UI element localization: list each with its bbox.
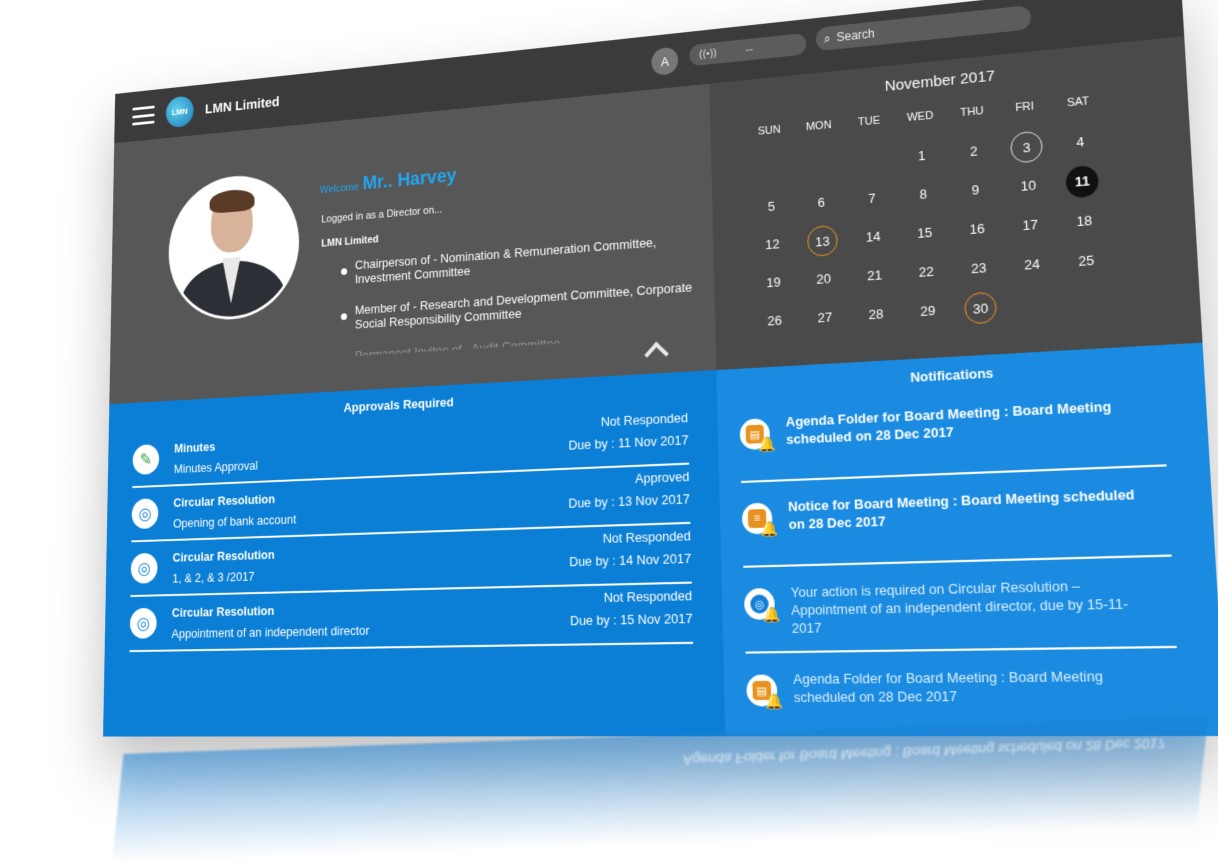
bell-icon: 🔔 xyxy=(766,692,784,710)
welcome-heading: Welcome Mr.. Harvey xyxy=(320,165,457,199)
approval-title: Circular Resolution xyxy=(173,547,275,564)
circular-resolution-icon: ◎ xyxy=(132,498,159,529)
calendar-day[interactable]: 2 xyxy=(957,135,990,168)
user-name: Mr.. Harvey xyxy=(363,165,457,194)
bell-icon: 🔔 xyxy=(763,606,781,624)
approval-row[interactable]: ◎ Circular Resolution Appointment of an … xyxy=(129,588,693,652)
role-item: Member of - Research and Development Com… xyxy=(341,278,710,332)
weekday-sun: SUN xyxy=(744,123,794,149)
welcome-label: Welcome xyxy=(320,181,359,196)
calendar-day-today[interactable]: 3 xyxy=(1010,130,1043,164)
approval-title: Circular Resolution xyxy=(173,492,275,510)
signal-text: -- xyxy=(746,43,753,55)
approval-subtitle: Appointment of an independent director xyxy=(171,623,369,641)
calendar-grid: SUN MON TUE WED THU FRI SAT 1 2 3 4 5 6 … xyxy=(744,94,1116,338)
calendar-day[interactable]: 29 xyxy=(912,295,945,328)
calendar-day[interactable]: 12 xyxy=(757,229,788,261)
calendar-day[interactable]: 19 xyxy=(758,267,789,299)
calendar-day[interactable]: 5 xyxy=(756,191,787,223)
search-input[interactable] xyxy=(834,11,1013,46)
calendar-day[interactable]: 4 xyxy=(1063,126,1097,160)
calendar-day[interactable]: 14 xyxy=(857,221,889,254)
calendar-day[interactable]: 24 xyxy=(1015,248,1049,282)
notification-text: Your action is required on Circular Reso… xyxy=(790,575,1159,637)
connection-status[interactable]: ((•)) -- xyxy=(689,33,806,67)
notification-item[interactable]: ≡ 🔔 Notice for Board Meeting : Board Meet… xyxy=(741,477,1171,567)
notification-item[interactable]: ▤ 🔔 Agenda Folder for Board Meeting : Boa… xyxy=(739,388,1166,483)
approval-status: Approved xyxy=(635,469,690,486)
approval-title: Minutes xyxy=(174,439,215,455)
hamburger-menu-icon[interactable] xyxy=(132,106,155,126)
minutes-doc-icon: ✎ xyxy=(132,444,159,475)
calendar-day[interactable]: 23 xyxy=(962,252,995,285)
calendar-day[interactable]: 16 xyxy=(961,213,994,246)
calendar-day[interactable]: 10 xyxy=(1012,169,1046,203)
logo-text: LMN xyxy=(172,107,188,118)
calendar-day-event[interactable]: 30 xyxy=(964,291,997,324)
approval-due-date: Due by : 13 Nov 2017 xyxy=(568,491,690,511)
calendar-day[interactable]: 8 xyxy=(907,178,939,211)
weekday-mon: MON xyxy=(794,118,845,144)
role-item: Chairperson of - Nomination & Remunerati… xyxy=(341,231,709,288)
weekday-wed: WED xyxy=(894,108,946,135)
approval-due-date: Due by : 11 Nov 2017 xyxy=(568,432,688,453)
profile-photo xyxy=(168,170,300,323)
approval-subtitle: Opening of bank account xyxy=(173,512,296,531)
calendar-day[interactable]: 6 xyxy=(806,187,837,219)
approval-due-date: Due by : 14 Nov 2017 xyxy=(569,551,691,570)
calendar-day[interactable]: 7 xyxy=(856,182,888,215)
weekday-tue: TUE xyxy=(844,113,896,140)
approvals-panel: Approvals Required ✎ Minutes Minutes App… xyxy=(103,370,725,736)
search-box[interactable]: ⌕ xyxy=(815,5,1031,51)
bell-icon: 🔔 xyxy=(761,520,779,538)
dashboard-screen: LMN LMN Limited A ((•)) -- ⌕ Welcome Mr..… xyxy=(103,0,1218,737)
calendar-day[interactable]: 22 xyxy=(910,256,942,289)
calendar-day[interactable]: 28 xyxy=(860,298,892,331)
screen-reflection: Agenda Folder for Board Meeting : Board … xyxy=(112,716,1208,864)
notifications-panel: Notifications ▤ 🔔 Agenda Folder for Board… xyxy=(716,343,1218,737)
approval-status: Not Responded xyxy=(601,410,689,429)
notification-text: Agenda Folder for Board Meeting : Board … xyxy=(793,666,1164,706)
approval-title: Circular Resolution xyxy=(172,603,275,620)
calendar-day[interactable]: 20 xyxy=(808,263,839,295)
agenda-folder-icon: ▤ 🔔 xyxy=(739,418,770,450)
calendar-day[interactable]: 27 xyxy=(809,302,840,334)
calendar-day[interactable]: 15 xyxy=(909,217,941,250)
company-name: LMN Limited xyxy=(321,234,378,250)
circular-resolution-icon: ◎ xyxy=(131,553,158,584)
calendar-day[interactable]: 9 xyxy=(959,174,992,207)
calendar-day-selected[interactable]: 11 xyxy=(1065,165,1099,199)
calendar-widget: November 2017 SUN MON TUE WED THU FRI SA… xyxy=(709,36,1202,370)
notice-icon: ≡ 🔔 xyxy=(742,503,773,535)
approval-subtitle: Minutes Approval xyxy=(174,458,258,476)
login-role-text: Logged in as a Director on... xyxy=(321,204,442,225)
calendar-day[interactable]: 25 xyxy=(1069,244,1103,278)
signal-icon: ((•)) xyxy=(699,47,717,60)
weekday-sat: SAT xyxy=(1051,94,1106,122)
calendar-day[interactable]: 1 xyxy=(906,140,938,173)
user-avatar[interactable]: A xyxy=(651,46,678,76)
circular-resolution-icon: ◎ xyxy=(130,608,157,639)
calendar-day[interactable]: 18 xyxy=(1067,204,1101,238)
weekday-thu: THU xyxy=(946,104,999,131)
circular-resolution-icon: ◎ 🔔 xyxy=(744,588,775,620)
reflection-text: Agenda Folder for Board Meeting : Board … xyxy=(682,736,1166,769)
approval-status: Not Responded xyxy=(604,588,693,605)
agenda-folder-icon: ▤ 🔔 xyxy=(746,674,777,706)
calendar-day[interactable]: 26 xyxy=(759,305,790,337)
notification-text: Agenda Folder for Board Meeting : Board … xyxy=(785,395,1148,448)
weekday-fri: FRI xyxy=(998,99,1052,126)
search-icon: ⌕ xyxy=(824,31,831,46)
calendar-day-event[interactable]: 13 xyxy=(807,225,838,257)
calendar-day[interactable]: 17 xyxy=(1013,209,1047,243)
notification-text: Notice for Board Meeting : Board Meeting… xyxy=(788,485,1154,534)
notification-item[interactable]: ◎ 🔔 Your action is required on Circular R… xyxy=(744,568,1177,654)
app-title: LMN Limited xyxy=(205,94,280,117)
bell-icon: 🔔 xyxy=(758,435,776,453)
calendar-day[interactable]: 21 xyxy=(859,259,891,292)
approval-status: Not Responded xyxy=(603,528,691,546)
approval-due-date: Due by : 15 Nov 2017 xyxy=(570,611,693,629)
approval-subtitle: 1, & 2, & 3 /2017 xyxy=(172,569,254,586)
company-logo: LMN xyxy=(166,95,194,128)
